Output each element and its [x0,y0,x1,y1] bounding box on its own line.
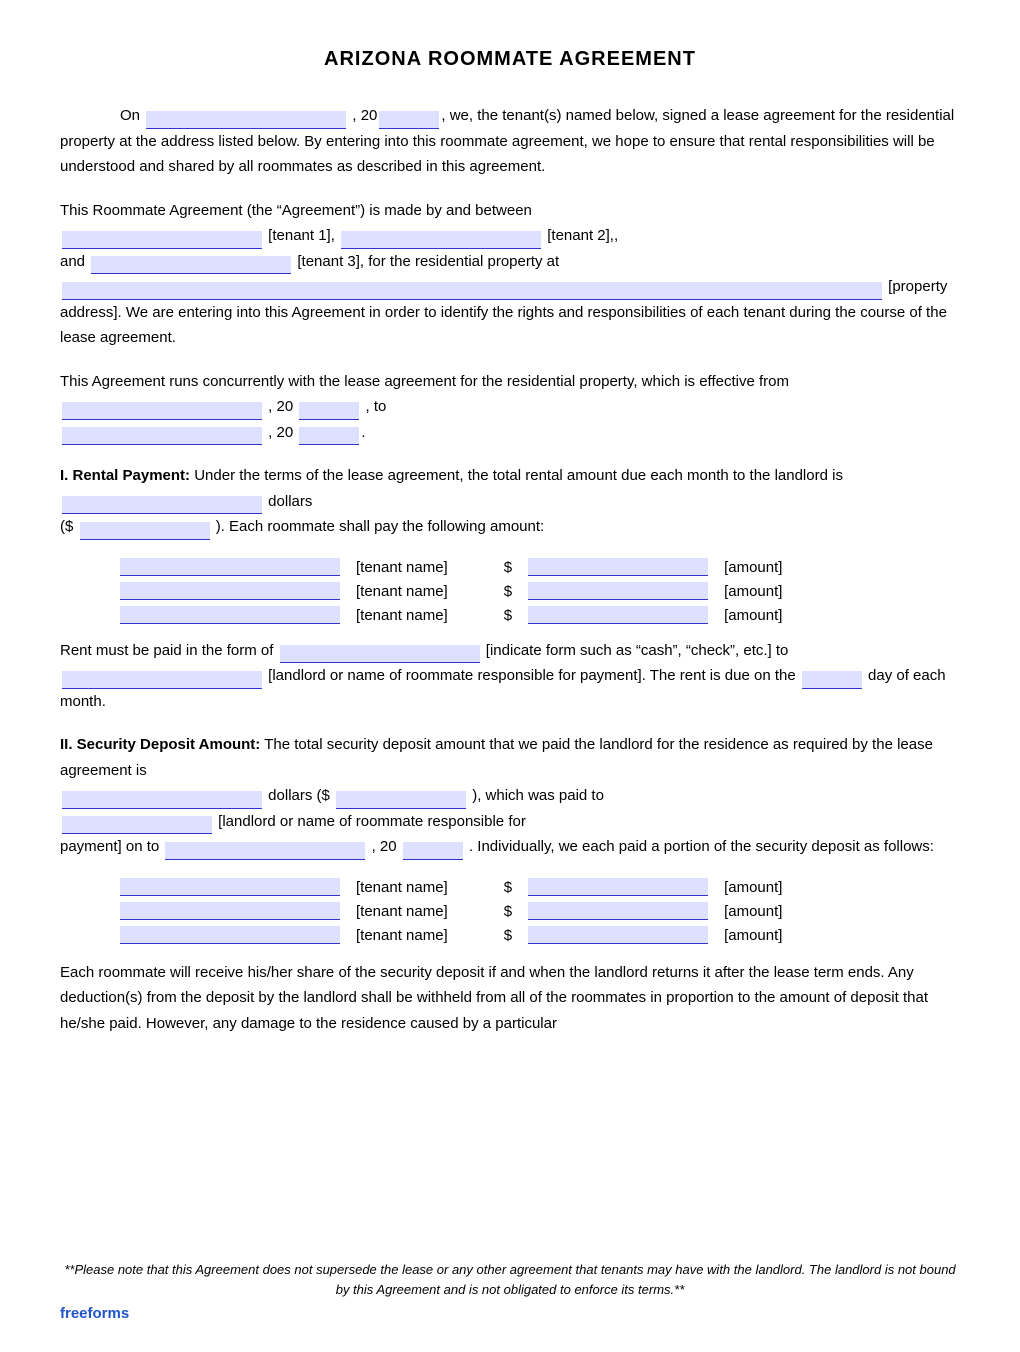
security-tenant3-amount-field[interactable] [528,926,708,944]
agreement-intro-text: This Roommate Agreement (the “Agreement”… [60,202,532,219]
security-tenant3-name-label: [tenant name] [356,927,448,944]
rent-form-paragraph: Rent must be paid in the form of [indica… [60,638,960,715]
tenant3-label: [tenant 3], for the residential property… [297,253,559,270]
tenant1-name-label: [tenant name] [356,559,448,576]
tenant-row-1: [tenant name] $ [amount] [120,558,960,576]
tenant-payment-table: [tenant name] $ [amount] [tenant name] $… [120,558,960,624]
rent-form-indicate: [indicate form such as “cash”, “check”, … [486,642,789,659]
security-tenant-row-1: [tenant name] $ [amount] [120,878,960,896]
security-tenant1-name-label: [tenant name] [356,879,448,896]
dollar-sign-1: $ [504,559,512,576]
effective-year-field[interactable] [299,402,359,420]
rental-amount-prefix: ($ [60,518,73,535]
security-year-field[interactable] [403,842,463,860]
tenant1-amount-label: [amount] [724,559,782,576]
tenant2-name-label: [tenant name] [356,583,448,600]
security-deposit-table: [tenant name] $ [amount] [tenant name] $… [120,878,960,944]
tenant2-field[interactable] [341,231,541,249]
tenant-row-2: [tenant name] $ [amount] [120,582,960,600]
security-landlord-field[interactable] [62,816,212,834]
security-tenant2-amount-label: [amount] [724,903,782,920]
concurrent-year2: , 20 [268,424,293,441]
security-tenant3-amount-label: [amount] [724,927,782,944]
security-payment-date-field[interactable] [165,842,365,860]
security-year: , 20 [372,838,397,855]
tenant1-amount-field[interactable] [528,558,708,576]
tenant3-name-field[interactable] [120,606,340,624]
security-dollar-sign-1: $ [504,879,512,896]
concurrent-text: This Agreement runs concurrently with th… [60,373,789,390]
rent-form-field[interactable] [280,645,480,663]
tenant3-name-label: [tenant name] [356,607,448,624]
freeforms-label: freeforms [60,1305,960,1322]
rent-due-day-field[interactable] [802,671,862,689]
effective-date-field[interactable] [62,402,262,420]
end-year-field[interactable] [299,427,359,445]
rent-form-landlord: [landlord or name of roommate responsibl… [268,667,796,684]
security-tenant3-name-field[interactable] [120,926,340,944]
security-landlord-label: [landlord or name of roommate responsibl… [218,813,526,830]
security-tenant2-amount-field[interactable] [528,902,708,920]
security-tenant2-name-field[interactable] [120,902,340,920]
security-dollar-amount-field[interactable] [336,791,466,809]
agreement-parties-paragraph: This Roommate Agreement (the “Agreement”… [60,198,960,351]
footer-note: **Please note that this Agreement does n… [60,1260,960,1299]
tenant2-amount-field[interactable] [528,582,708,600]
security-tenant1-amount-label: [amount] [724,879,782,896]
intro-on: On [120,107,140,124]
page-title: ARIZONA ROOMMATE AGREEMENT [60,48,960,71]
security-dollars-label: dollars ($ [268,787,330,804]
tenant3-field[interactable] [91,256,291,274]
and-text: and [60,253,85,270]
tenant1-name-field[interactable] [120,558,340,576]
property-address-field[interactable] [62,282,882,300]
rental-header: I. Rental Payment: [60,467,190,484]
intro-paragraph: On , 20, we, the tenant(s) named below, … [60,103,960,180]
rental-amount-field[interactable] [62,496,262,514]
security-dollar-sign-2: $ [504,903,512,920]
security-tenant-row-3: [tenant name] $ [amount] [120,926,960,944]
each-roommate-paragraph: Each roommate will receive his/her share… [60,960,960,1037]
end-date-field[interactable] [62,427,262,445]
rent-form-text1: Rent must be paid in the form of [60,642,273,659]
rental-text: Under the terms of the lease agreement, … [194,467,843,484]
intro-date-field[interactable] [146,111,346,129]
dollar-sign-3: $ [504,607,512,624]
security-paid-to: ), which was paid to [472,787,604,804]
security-dollar-sign-3: $ [504,927,512,944]
tenant1-field[interactable] [62,231,262,249]
rent-landlord-field[interactable] [62,671,262,689]
security-individually: . Individually, we each paid a portion o… [469,838,934,855]
dollar-sign-2: $ [504,583,512,600]
tenant1-label: [tenant 1], [268,227,335,244]
concurrent-to: , to [366,398,387,415]
rental-payment-paragraph: I. Rental Payment: Under the terms of th… [60,463,960,540]
tenant-row-3: [tenant name] $ [amount] [120,606,960,624]
tenant2-amount-label: [amount] [724,583,782,600]
intro-year: , 20 [352,107,377,124]
security-header: II. Security Deposit Amount: [60,736,260,753]
tenant2-label: [tenant 2],, [547,227,618,244]
tenant2-name-field[interactable] [120,582,340,600]
security-dollars-field[interactable] [62,791,262,809]
security-tenant2-name-label: [tenant name] [356,903,448,920]
tenant3-amount-label: [amount] [724,607,782,624]
security-tenant1-amount-field[interactable] [528,878,708,896]
rental-dollars: dollars [268,493,312,510]
concurrent-year1: , 20 [268,398,293,415]
each-roommate-text: Each roommate will receive his/her share… [60,964,928,1032]
security-tenant1-name-field[interactable] [120,878,340,896]
rental-dollar-amount-field[interactable] [80,522,210,540]
security-deposit-paragraph: II. Security Deposit Amount: The total s… [60,732,960,860]
security-payment-label: payment] on to [60,838,159,855]
footer: **Please note that this Agreement does n… [60,1260,960,1322]
security-tenant-row-2: [tenant name] $ [amount] [120,902,960,920]
intro-year-field[interactable] [379,111,439,129]
concurrent-paragraph: This Agreement runs concurrently with th… [60,369,960,446]
rental-amount-suffix: ). Each roommate shall pay the following… [216,518,545,535]
tenant3-amount-field[interactable] [528,606,708,624]
